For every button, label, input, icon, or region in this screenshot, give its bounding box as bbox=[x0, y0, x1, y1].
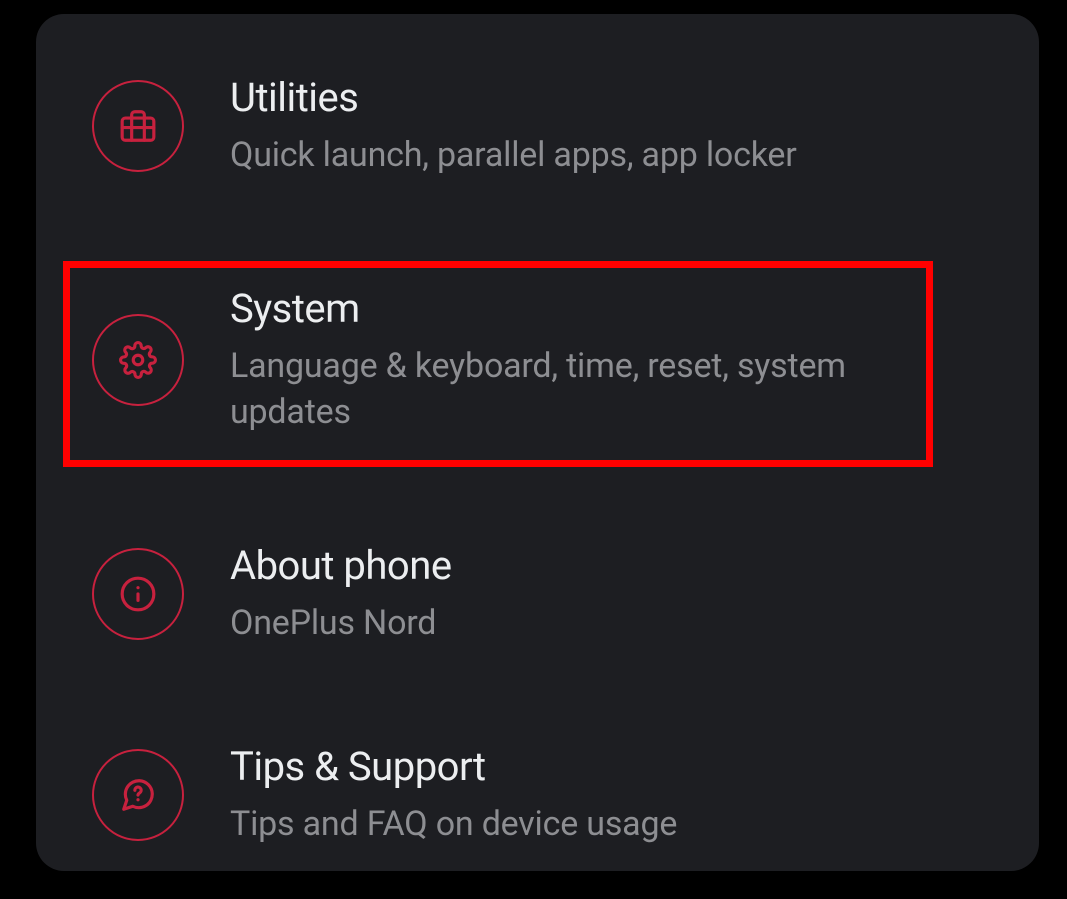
settings-item-subtitle: Tips and FAQ on device usage bbox=[230, 802, 677, 848]
settings-item-text: About phone OnePlus Nord bbox=[230, 542, 452, 647]
settings-item-utilities[interactable]: Utilities Quick launch, parallel apps, a… bbox=[36, 24, 1039, 227]
settings-panel: Utilities Quick launch, parallel apps, a… bbox=[36, 14, 1039, 871]
settings-item-text: Utilities Quick launch, parallel apps, a… bbox=[230, 74, 797, 179]
settings-item-title: About phone bbox=[230, 542, 452, 589]
info-icon bbox=[92, 548, 184, 640]
settings-item-title: Utilities bbox=[230, 74, 797, 121]
settings-item-subtitle: OnePlus Nord bbox=[230, 601, 452, 647]
help-icon bbox=[92, 749, 184, 841]
settings-item-title: Tips & Support bbox=[230, 743, 677, 790]
settings-item-text: Tips & Support Tips and FAQ on device us… bbox=[230, 743, 677, 848]
gear-icon bbox=[92, 314, 184, 406]
settings-item-subtitle: Quick launch, parallel apps, app locker bbox=[230, 133, 797, 179]
settings-item-tips-support[interactable]: Tips & Support Tips and FAQ on device us… bbox=[36, 695, 1039, 896]
briefcase-icon bbox=[92, 80, 184, 172]
settings-item-subtitle: Language & keyboard, time, reset, system… bbox=[230, 344, 930, 436]
settings-list: Utilities Quick launch, parallel apps, a… bbox=[36, 24, 1039, 895]
settings-item-title: System bbox=[230, 285, 930, 332]
settings-item-text: System Language & keyboard, time, reset,… bbox=[230, 285, 930, 436]
settings-item-system[interactable]: System Language & keyboard, time, reset,… bbox=[36, 227, 1039, 494]
settings-item-about-phone[interactable]: About phone OnePlus Nord bbox=[36, 494, 1039, 695]
